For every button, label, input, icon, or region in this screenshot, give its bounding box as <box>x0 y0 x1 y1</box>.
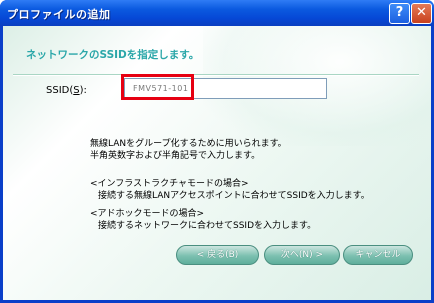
back-button[interactable]: < 戻る(B) <box>176 245 259 265</box>
info-line-1: 無線LANをグループ化するために用いられます。 <box>90 139 287 149</box>
cancel-button[interactable]: キャンセル <box>343 245 413 265</box>
highlight-frame <box>121 74 194 100</box>
info-line-2: 半角英数字および半角記号で入力します。 <box>90 151 261 161</box>
title-bar: プロファイルの追加 ? ✕ <box>0 0 434 26</box>
help-button[interactable]: ? <box>389 3 410 24</box>
window-title: プロファイルの追加 <box>7 8 111 21</box>
dialog-window: プロファイルの追加 ? ✕ ネットワークのSSIDを指定します。 SSID(S)… <box>0 0 434 303</box>
adhoc-title: <アドホックモードの場合> <box>90 209 205 219</box>
infra-body: 接続する無線LANアクセスポイントに合わせてSSIDを入力します。 <box>98 191 370 201</box>
ssid-label: SSID(S): <box>46 85 87 96</box>
next-button[interactable]: 次へ(N) > <box>264 245 340 265</box>
adhoc-body: 接続するネットワークに合わせてSSIDを入力します。 <box>98 221 317 231</box>
close-button[interactable]: ✕ <box>411 3 432 24</box>
infra-title: <インフラストラクチャモードの場合> <box>90 179 249 189</box>
header-divider <box>13 74 419 76</box>
page-heading: ネットワークのSSIDを指定します。 <box>26 49 200 61</box>
